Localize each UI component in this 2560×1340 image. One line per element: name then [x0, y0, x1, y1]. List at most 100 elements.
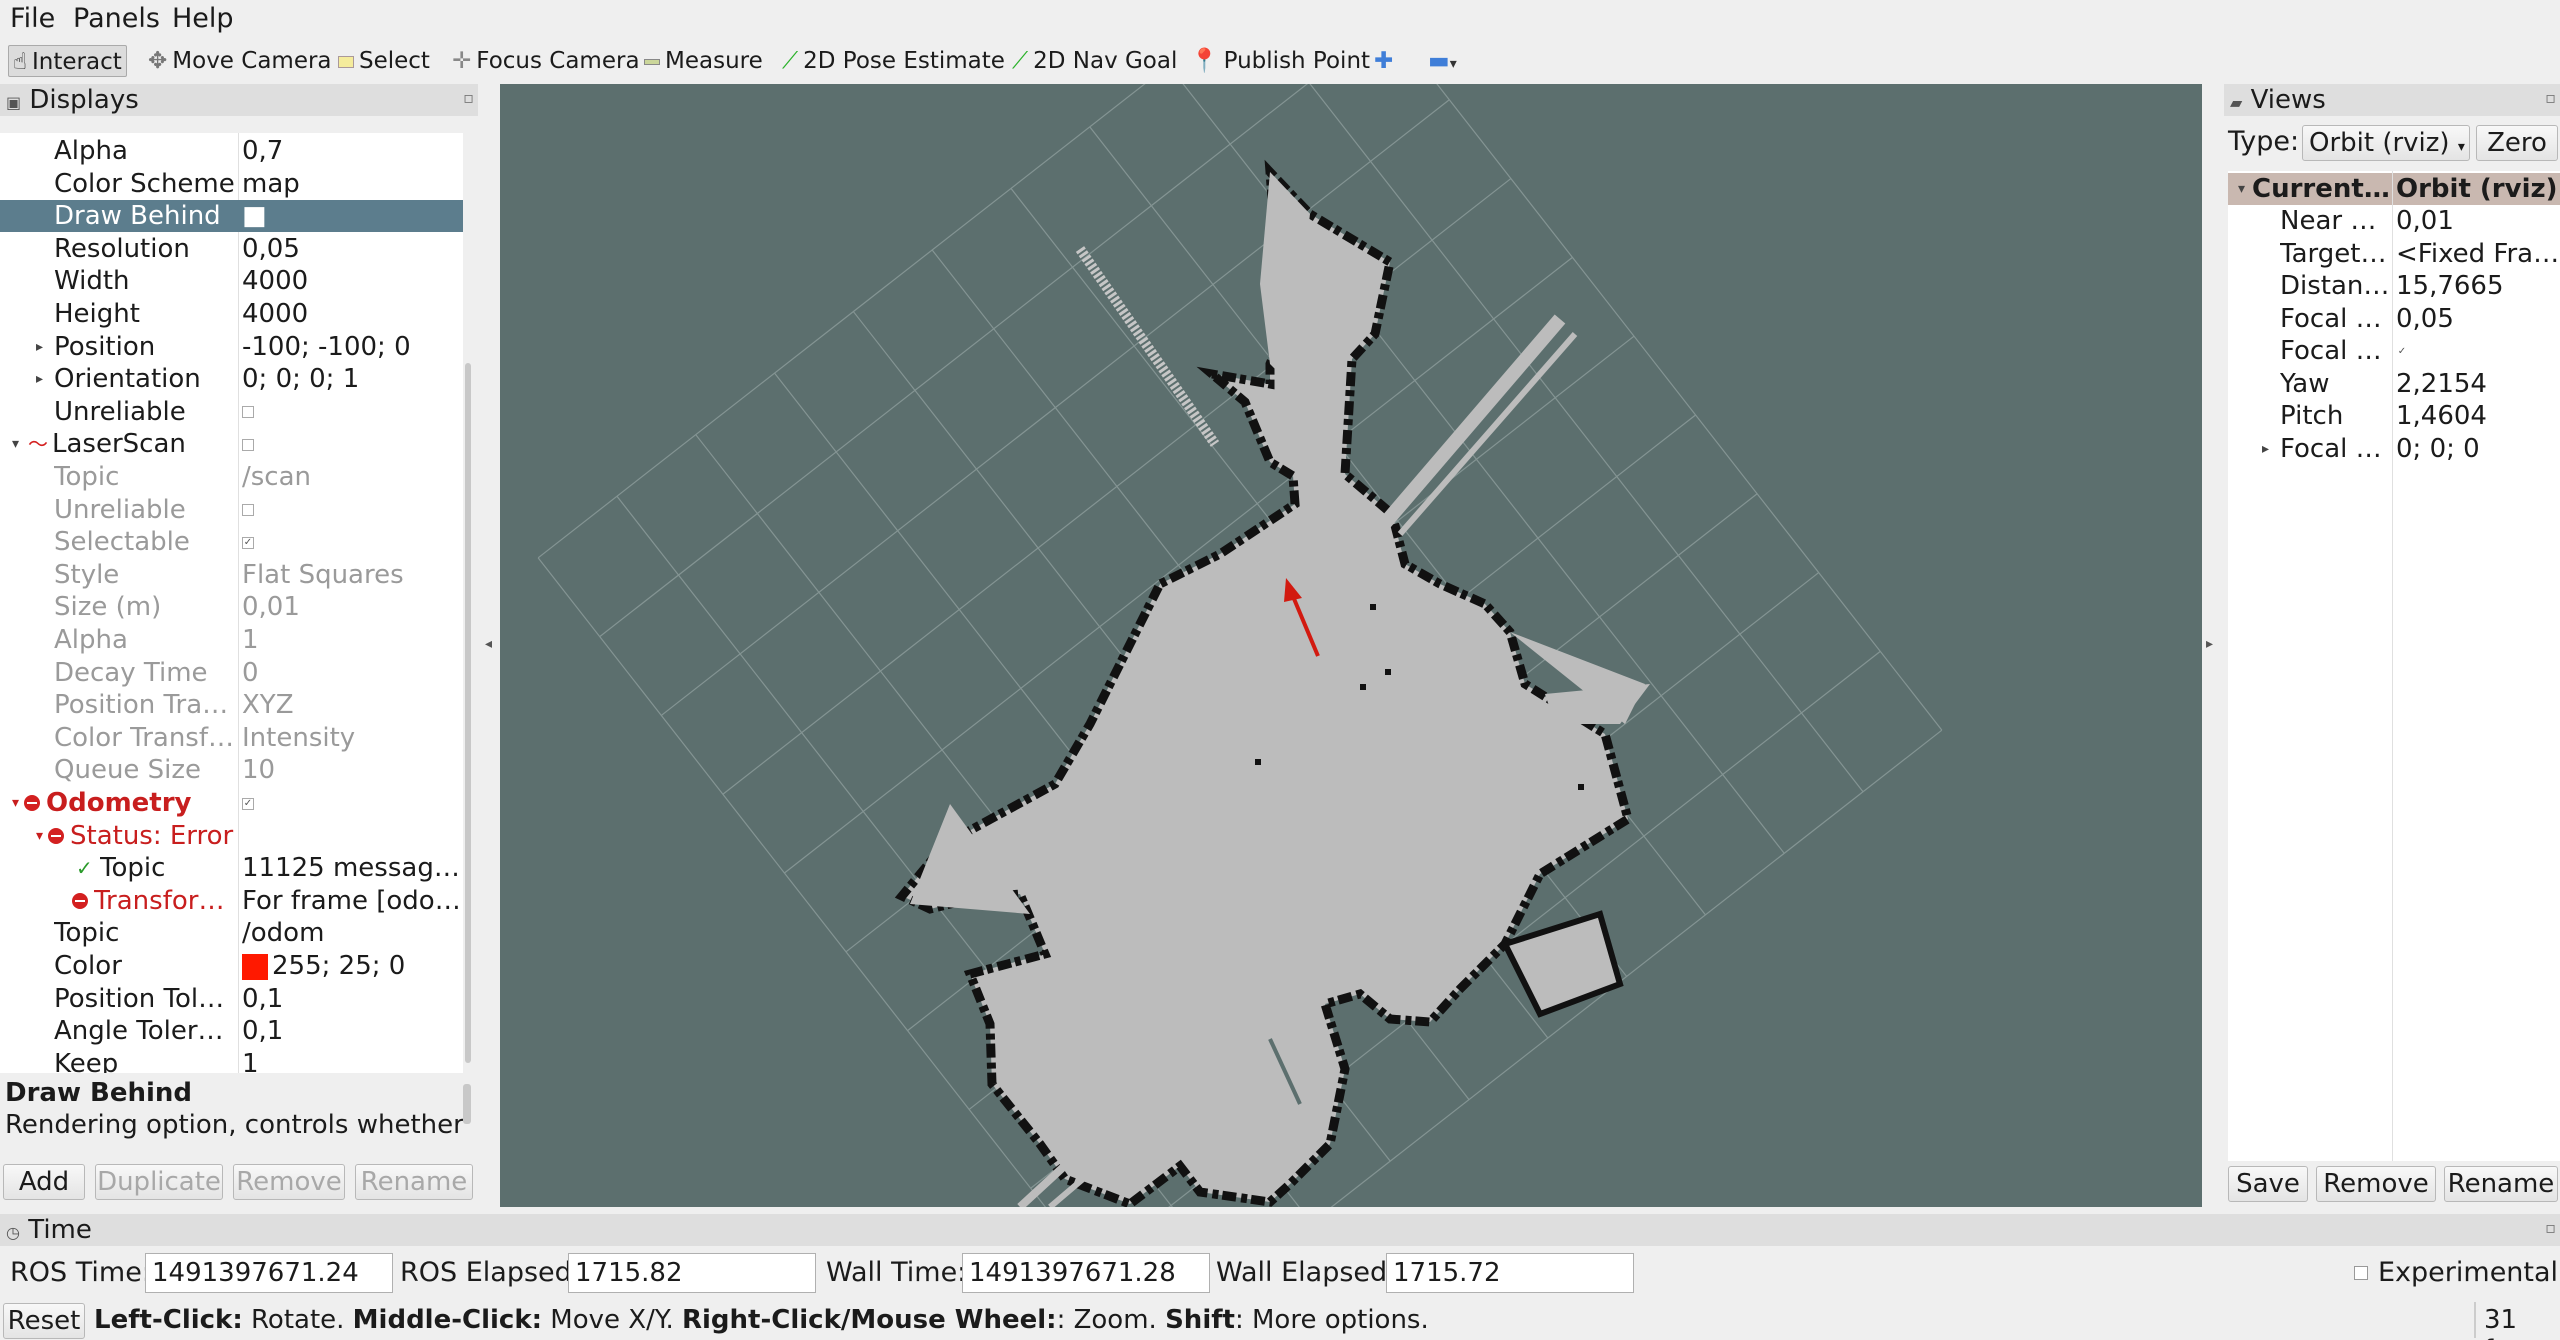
- remove-tool-button[interactable]: ▬▾: [1424, 45, 1461, 77]
- display-property-row[interactable]: Resolution 0,05: [0, 233, 463, 265]
- display-property-row[interactable]: ▸ Position -100; -100; 0: [0, 331, 463, 363]
- view-type-select[interactable]: Orbit (rviz) ▾: [2302, 125, 2470, 161]
- help-scrollbar[interactable]: [463, 1084, 471, 1124]
- property-value[interactable]: ✓: [240, 526, 463, 558]
- expand-triangle-icon[interactable]: ▾: [36, 820, 43, 852]
- display-property-row[interactable]: Color Scheme map: [0, 168, 463, 200]
- chevron-down-icon: ▾: [2457, 139, 2465, 155]
- wall-elapsed-field[interactable]: 1715.72: [1386, 1253, 1634, 1293]
- tool-interact[interactable]: ☝ Interact: [8, 45, 127, 77]
- collapsed-triangle-icon[interactable]: ▸: [36, 331, 43, 363]
- tool-measure[interactable]: Measure: [640, 45, 767, 77]
- display-property-row[interactable]: Unreliable: [0, 494, 463, 526]
- duplicate-button[interactable]: Duplicate: [95, 1164, 223, 1200]
- property-value[interactable]: [240, 494, 463, 526]
- close-icon[interactable]: ▫: [463, 82, 474, 114]
- close-icon[interactable]: ▫: [2545, 82, 2556, 114]
- display-property-row[interactable]: Decay Time 0: [0, 657, 463, 689]
- property-value[interactable]: ✓: [240, 787, 463, 819]
- display-property-row[interactable]: Height 4000: [0, 298, 463, 330]
- collapsed-triangle-icon[interactable]: ▸: [36, 363, 43, 395]
- collapse-left-icon[interactable]: ◂: [485, 636, 492, 652]
- display-property-row[interactable]: Style Flat Squares: [0, 559, 463, 591]
- view-property-row[interactable]: Focal … ✓: [2228, 335, 2560, 367]
- property-value[interactable]: [240, 428, 463, 460]
- display-property-row[interactable]: Position Tol… 0,1: [0, 983, 463, 1015]
- save-view-button[interactable]: Save: [2228, 1166, 2308, 1202]
- display-property-row[interactable]: ▾ Status: Error: [0, 820, 463, 852]
- display-property-row[interactable]: ✓ Topic 11125 messages…: [0, 852, 463, 884]
- ros-time-field[interactable]: 1491397671.24: [145, 1253, 393, 1293]
- checkbox[interactable]: ✓: [242, 536, 254, 549]
- display-property-row[interactable]: Transfor… For frame [odo…: [0, 885, 463, 917]
- checkbox[interactable]: [242, 438, 254, 451]
- display-property-row[interactable]: Angle Toler… 0,1: [0, 1015, 463, 1047]
- display-property-row[interactable]: Keep 1: [0, 1048, 463, 1073]
- view-property-row[interactable]: Target… <Fixed Fra…: [2228, 238, 2560, 270]
- collapsed-triangle-icon[interactable]: ▸: [2262, 433, 2269, 465]
- display-property-row[interactable]: Topic/scan: [0, 461, 463, 493]
- view-property-row[interactable]: Pitch 1,4604: [2228, 400, 2560, 432]
- tool-move-camera[interactable]: ✥ Move Camera: [144, 45, 336, 77]
- collapse-right-icon[interactable]: ▸: [2206, 636, 2213, 652]
- remove-view-button[interactable]: Remove: [2316, 1166, 2436, 1202]
- display-property-row[interactable]: Color 255; 25; 0: [0, 950, 463, 982]
- rename-button[interactable]: Rename: [355, 1164, 473, 1200]
- property-value: map: [242, 168, 300, 199]
- views-panel-title: ▰ Views ▫: [2224, 84, 2560, 116]
- tool-2d-pose-estimate[interactable]: ⟋ 2D Pose Estimate: [778, 45, 1009, 77]
- rename-view-button[interactable]: Rename: [2444, 1166, 2558, 1202]
- reset-button[interactable]: Reset: [3, 1303, 85, 1339]
- display-property-row[interactable]: Draw Behind ■: [0, 200, 463, 233]
- experimental-checkbox[interactable]: [2354, 1266, 2368, 1280]
- view-property-row[interactable]: Yaw 2,2154: [2228, 368, 2560, 400]
- expand-triangle-icon[interactable]: ▾: [2238, 173, 2245, 205]
- view-property-row[interactable]: ▸ Focal … 0; 0; 0: [2228, 433, 2560, 465]
- add-tool-button[interactable]: ✚: [1370, 45, 1397, 77]
- display-property-row[interactable]: Queue Size 10: [0, 754, 463, 786]
- display-property-row[interactable]: ▾ 〜 LaserScan: [0, 428, 463, 460]
- tool-2d-nav-goal[interactable]: ⟋ 2D Nav Goal: [1008, 45, 1181, 77]
- expand-triangle-icon[interactable]: ▾: [12, 787, 19, 819]
- checkbox[interactable]: ✓: [242, 797, 254, 810]
- menu-help[interactable]: Help: [172, 3, 234, 34]
- help-text: Rendering option, controls whether: [5, 1110, 464, 1140]
- display-property-row[interactable]: ▸ Orientation 0; 0; 0; 1: [0, 363, 463, 395]
- scrollbar-thumb[interactable]: [465, 363, 471, 1063]
- display-property-row[interactable]: Topic/odom: [0, 917, 463, 949]
- property-value: 0,1: [242, 983, 284, 1014]
- current-view-row[interactable]: ▾ Current … Orbit (rviz): [2228, 173, 2560, 205]
- display-property-row[interactable]: ▾ Odometry ✓: [0, 787, 463, 819]
- display-property-row[interactable]: Unreliable: [0, 396, 463, 428]
- view-property-row[interactable]: Near C… 0,01: [2228, 205, 2560, 237]
- display-property-row[interactable]: Alpha 0,7: [0, 135, 463, 167]
- display-property-row[interactable]: Position Tra… XYZ: [0, 689, 463, 721]
- menu-panels[interactable]: Panels: [73, 3, 160, 34]
- menu-file[interactable]: File: [10, 3, 55, 34]
- view-property-row[interactable]: Focal … 0,05: [2228, 303, 2560, 335]
- render-viewport[interactable]: [500, 84, 2202, 1207]
- display-property-row[interactable]: Size (m) 0,01: [0, 591, 463, 623]
- checkbox[interactable]: [242, 406, 254, 419]
- display-property-row[interactable]: Color Transf… Intensity: [0, 722, 463, 754]
- tool-select[interactable]: Select: [334, 45, 434, 77]
- display-property-row[interactable]: Alpha 1: [0, 624, 463, 656]
- wall-time-field[interactable]: 1491397671.28: [962, 1253, 1210, 1293]
- add-button[interactable]: Add: [3, 1164, 85, 1200]
- remove-button[interactable]: Remove: [233, 1164, 345, 1200]
- display-property-row[interactable]: Selectable ✓: [0, 526, 463, 558]
- close-icon[interactable]: ▫: [2545, 1212, 2556, 1244]
- expand-triangle-icon[interactable]: ▾: [12, 428, 19, 460]
- ros-time-label: ROS Time:: [10, 1257, 151, 1288]
- ros-elapsed-field[interactable]: 1715.82: [568, 1253, 816, 1293]
- zero-button[interactable]: Zero: [2476, 125, 2558, 161]
- tool-focus-camera[interactable]: ✛ Focus Camera: [448, 45, 644, 77]
- display-property-row[interactable]: Width 4000: [0, 265, 463, 297]
- property-value[interactable]: [240, 396, 463, 428]
- checkbox[interactable]: ✓: [2396, 345, 2408, 358]
- tool-publish-point[interactable]: 📍 Publish Point: [1186, 45, 1374, 77]
- view-property-row[interactable]: Distance 15,7665: [2228, 270, 2560, 302]
- checkbox[interactable]: [242, 504, 254, 517]
- color-swatch[interactable]: [242, 953, 268, 980]
- displays-scrollbar[interactable]: [463, 133, 473, 1073]
